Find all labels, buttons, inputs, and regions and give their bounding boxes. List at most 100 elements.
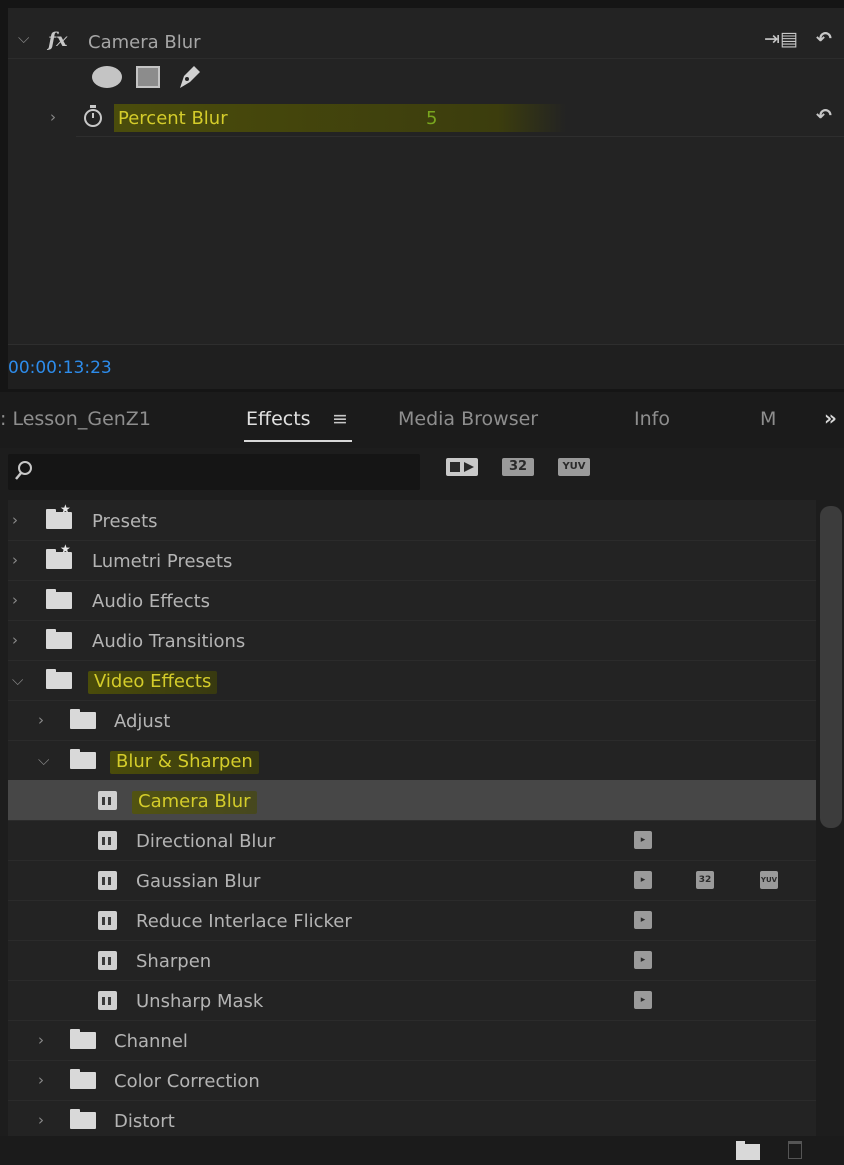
tree-item-label: Lumetri Presets — [92, 551, 233, 572]
folder-icon — [70, 749, 96, 769]
timecode-bar: 00:00:13:23 — [8, 344, 844, 389]
search-icon — [15, 461, 32, 480]
scrollbar-thumb[interactable] — [820, 506, 842, 828]
chevron-right-icon[interactable]: › — [38, 711, 44, 729]
tree-item-audio-transitions[interactable]: › Audio Transitions — [8, 620, 816, 661]
accelerated-badge-icon: ▸ — [634, 911, 652, 929]
32bit-badge-icon: 32 — [696, 871, 714, 889]
tree-item-reduce-interlace-flicker[interactable]: Reduce Interlace Flicker ▸ — [8, 900, 816, 941]
preset-folder-icon — [46, 542, 72, 569]
tree-item-label: Distort — [114, 1111, 175, 1132]
chevron-down-icon[interactable]: ⌵ — [38, 751, 49, 769]
new-folder-icon[interactable] — [736, 1141, 760, 1160]
tree-item-label: Adjust — [114, 711, 171, 732]
accelerated-badge-icon: ▸ — [634, 831, 652, 849]
param-name: Percent Blur — [118, 108, 228, 129]
export-preset-icon[interactable]: ⇥▤ — [764, 28, 798, 50]
tree-item-label: Channel — [114, 1031, 188, 1052]
tree-item-camera-blur[interactable]: Camera Blur — [8, 780, 816, 821]
tree-item-unsharp-mask[interactable]: Unsharp Mask ▸ — [8, 980, 816, 1021]
chevron-down-icon[interactable]: ⌵ — [12, 671, 23, 689]
effect-icon — [98, 911, 117, 930]
tree-item-label: Directional Blur — [136, 831, 276, 852]
chevron-right-icon[interactable]: › — [12, 551, 18, 569]
stopwatch-icon[interactable] — [82, 104, 104, 128]
tree-item-label: Presets — [92, 511, 158, 532]
tree-item-label: Camera Blur — [132, 791, 257, 814]
chevron-down-icon[interactable]: ⌵ — [18, 29, 29, 47]
tree-item-distort[interactable]: › Distort — [8, 1100, 816, 1136]
tab-info[interactable]: Info — [634, 408, 670, 430]
chevron-right-icon[interactable]: › — [38, 1031, 44, 1049]
tree-item-label: Blur & Sharpen — [110, 751, 259, 774]
ellipse-mask-icon[interactable] — [92, 66, 122, 88]
accelerated-effects-filter-icon[interactable] — [446, 456, 478, 478]
tree-item-sharpen[interactable]: Sharpen ▸ — [8, 940, 816, 981]
param-row-percent-blur[interactable]: › Percent Blur 5 ↶ — [50, 100, 844, 137]
timecode[interactable]: 00:00:13:23 — [8, 358, 112, 378]
tree-item-label: Unsharp Mask — [136, 991, 264, 1012]
chevron-right-icon[interactable]: › — [12, 511, 18, 529]
param-value[interactable]: 5 — [426, 108, 437, 129]
tree-item-audio-effects[interactable]: › Audio Effects — [8, 580, 816, 621]
folder-icon — [70, 1029, 96, 1049]
tree-item-channel[interactable]: › Channel — [8, 1020, 816, 1061]
folder-icon — [70, 709, 96, 729]
tree-item-label: Audio Effects — [92, 591, 211, 612]
rectangle-mask-icon[interactable] — [136, 66, 160, 88]
chevron-right-icon[interactable]: › — [38, 1071, 44, 1089]
effect-icon — [98, 791, 117, 810]
tree-item-color-correction[interactable]: › Color Correction — [8, 1060, 816, 1101]
chevron-right-icon[interactable]: › — [50, 108, 56, 126]
tree-item-label: Reduce Interlace Flicker — [136, 911, 352, 932]
tree-item-gaussian-blur[interactable]: Gaussian Blur ▸ 32 YUV — [8, 860, 816, 901]
tree-item-label: Audio Transitions — [92, 631, 246, 652]
tree-item-lumetri-presets[interactable]: › Lumetri Presets — [8, 540, 816, 581]
tree-item-video-effects[interactable]: ⌵ Video Effects — [8, 660, 816, 701]
accelerated-badge-icon: ▸ — [634, 951, 652, 969]
effect-icon — [98, 951, 117, 970]
tree-item-blur-sharpen[interactable]: ⌵ Blur & Sharpen — [8, 740, 816, 781]
effect-name: Camera Blur — [88, 32, 201, 53]
search-input[interactable] — [8, 454, 420, 490]
yuv-filter-icon[interactable]: YUV — [558, 458, 590, 476]
tree-item-label: Color Correction — [114, 1071, 260, 1092]
chevron-right-icon[interactable]: › — [12, 631, 18, 649]
panel-menu-icon[interactable]: ≡ — [332, 408, 348, 430]
effect-icon — [98, 831, 117, 850]
trash-icon[interactable] — [788, 1141, 802, 1159]
chevron-right-icon[interactable]: › — [38, 1111, 44, 1129]
panel-footer — [0, 1136, 844, 1165]
tree-item-presets[interactable]: › Presets — [8, 500, 816, 541]
pen-mask-icon[interactable] — [174, 62, 204, 92]
folder-icon — [46, 589, 72, 609]
tree-item-directional-blur[interactable]: Directional Blur ▸ — [8, 820, 816, 861]
accelerated-badge-icon: ▸ — [634, 871, 652, 889]
effects-panel: : Lesson_GenZ1 Effects ≡ Media Browser I… — [0, 392, 844, 1165]
tab-media-browser[interactable]: Media Browser — [398, 408, 538, 430]
32bit-filter-icon[interactable]: 32 — [502, 458, 534, 476]
mask-tools — [92, 60, 204, 94]
folder-icon — [46, 629, 72, 649]
reset-param-icon[interactable]: ↶ — [816, 105, 832, 127]
effect-icon — [98, 991, 117, 1010]
panel-tab-bar: : Lesson_GenZ1 Effects ≡ Media Browser I… — [0, 392, 844, 448]
tree-item-label: Video Effects — [88, 671, 218, 694]
chevron-right-icon[interactable]: › — [12, 591, 18, 609]
tree-item-label: Sharpen — [136, 951, 212, 972]
effect-controls-panel: ⌵ fx Camera Blur ⇥▤ ↶ › Percent Blur 5 ↶… — [8, 8, 844, 389]
tab-effects[interactable]: Effects — [246, 408, 311, 430]
yuv-badge-icon: YUV — [760, 871, 778, 889]
tab-project[interactable]: : Lesson_GenZ1 — [0, 408, 151, 430]
folder-icon — [70, 1069, 96, 1089]
effect-header-row[interactable]: ⌵ fx Camera Blur ⇥▤ ↶ — [8, 18, 844, 59]
more-tabs-icon[interactable]: » — [824, 406, 837, 430]
tree-item-adjust[interactable]: › Adjust — [8, 700, 816, 741]
reset-icon[interactable]: ↶ — [816, 28, 832, 50]
effects-tree: › Presets › Lumetri Presets › Audio Effe… — [8, 500, 816, 1136]
fx-icon[interactable]: fx — [48, 29, 68, 51]
folder-icon — [46, 669, 72, 689]
preset-folder-icon — [46, 502, 72, 529]
tab-m[interactable]: M — [760, 408, 776, 430]
accelerated-badge-icon: ▸ — [634, 991, 652, 1009]
